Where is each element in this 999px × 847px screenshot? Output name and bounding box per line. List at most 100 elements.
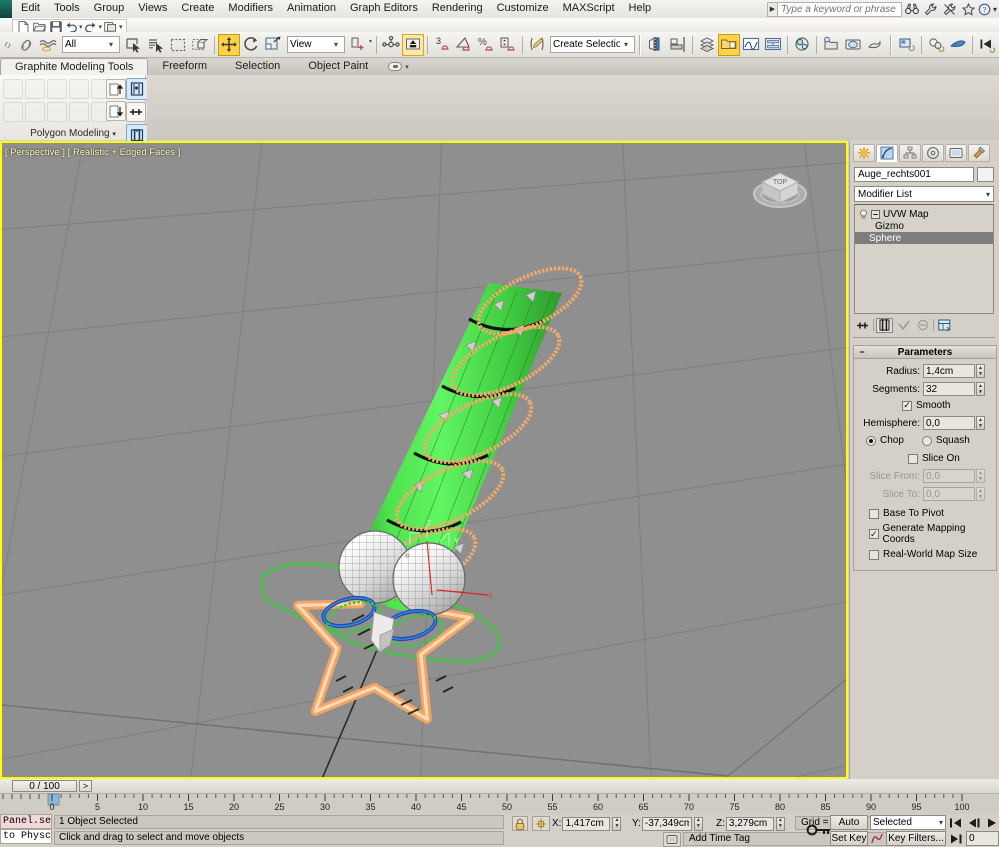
- tab-freeform[interactable]: Freeform: [148, 58, 221, 75]
- search-expand-arrow-icon[interactable]: ▶: [767, 1, 777, 17]
- smooth-checkbox[interactable]: ✓: [902, 400, 912, 411]
- generate-mapping-coords-checkbox[interactable]: ✓: [869, 529, 879, 539]
- rendered-frame-window-icon[interactable]: [842, 34, 864, 56]
- object-name-input[interactable]: [854, 167, 974, 182]
- ghost-button[interactable]: [69, 79, 89, 99]
- polygon-modeling-mode-icon[interactable]: [126, 78, 148, 100]
- slice-from-spinner[interactable]: ▲ ▼: [976, 469, 985, 483]
- ghost-button[interactable]: [47, 102, 67, 122]
- pin-stack-icon[interactable]: [126, 102, 146, 122]
- pin-stack-button[interactable]: [854, 318, 871, 333]
- schematic-view-icon[interactable]: [762, 34, 784, 56]
- select-and-manipulate-icon[interactable]: [402, 33, 425, 56]
- z-spinner[interactable]: ▲ ▼: [775, 816, 785, 831]
- select-and-move-icon[interactable]: [218, 33, 240, 56]
- menu-item-edit[interactable]: Edit: [14, 0, 47, 18]
- display-tab[interactable]: [945, 144, 967, 162]
- previous-frame-button[interactable]: [966, 815, 982, 830]
- window-crossing-icon[interactable]: [189, 34, 211, 56]
- segments-spinner[interactable]: ▲ ▼: [976, 382, 985, 396]
- go-to-start-button[interactable]: [948, 815, 964, 830]
- create-tab[interactable]: [853, 144, 875, 162]
- absolute-relative-transform-toggle[interactable]: [532, 816, 550, 831]
- tab-object-paint[interactable]: Object Paint: [294, 58, 382, 75]
- modifier-stack[interactable]: UVW Map Gizmo Sphere: [854, 204, 994, 314]
- select-object-icon[interactable]: [123, 34, 145, 56]
- y-spinner[interactable]: ▲ ▼: [693, 816, 703, 831]
- x-spinner[interactable]: ▲ ▼: [612, 816, 622, 831]
- real-world-map-size-checkbox[interactable]: [869, 549, 879, 560]
- object-color-swatch[interactable]: [977, 167, 994, 182]
- modify-tab[interactable]: [876, 144, 898, 162]
- material-editor-icon[interactable]: [791, 34, 813, 56]
- tab-graphite-modeling-tools[interactable]: Graphite Modeling Tools: [0, 58, 149, 75]
- unlink-icon[interactable]: [1, 34, 15, 56]
- generate-topology-up-icon[interactable]: [106, 79, 126, 99]
- hierarchy-tab[interactable]: [899, 144, 921, 162]
- angle-snap-toggle-icon[interactable]: [453, 34, 475, 56]
- menu-item-rendering[interactable]: Rendering: [425, 0, 490, 18]
- ghost-button[interactable]: [47, 79, 67, 99]
- track-bar[interactable]: 0 5 10 15 20 25 30 35 40 45 50 55 60 65 70 75 80 85 90 95 10…: [0, 793, 999, 814]
- current-frame-input[interactable]: [966, 831, 999, 846]
- ribbon-minimize-icon[interactable]: [388, 62, 403, 71]
- modifier-stack-item-sphere[interactable]: Sphere: [855, 232, 993, 244]
- next-frame-button[interactable]: >: [79, 780, 92, 792]
- squash-radio[interactable]: [921, 435, 932, 446]
- go-to-start-icon[interactable]: [976, 34, 998, 56]
- snaps-toggle-3d-icon[interactable]: 3: [431, 34, 453, 56]
- rect-selection-region-icon[interactable]: [167, 34, 189, 56]
- base-to-pivot-checkbox[interactable]: [869, 508, 879, 519]
- ghost-button[interactable]: [69, 102, 89, 122]
- maxscript-mini-listener[interactable]: Panel.set to Physc:: [0, 814, 52, 844]
- parameters-rollout-header[interactable]: − Parameters: [854, 346, 996, 359]
- view-cube[interactable]: TOP: [748, 158, 812, 216]
- radius-spinner[interactable]: ▲ ▼: [976, 364, 985, 378]
- crossed-wrench-icon[interactable]: [940, 1, 959, 17]
- z-input[interactable]: [725, 816, 774, 831]
- curve-editor-icon[interactable]: [740, 34, 762, 56]
- time-tag-icon[interactable]: [663, 832, 681, 847]
- menu-item-customize[interactable]: Customize: [490, 0, 556, 18]
- select-by-name-icon[interactable]: [145, 34, 167, 56]
- chevron-down-icon[interactable]: ▾: [405, 63, 409, 71]
- set-key-button[interactable]: Set Key: [830, 831, 868, 846]
- reference-coordinate-system-combo[interactable]: View ▾: [287, 36, 345, 53]
- frame-indicator[interactable]: 0 / 100: [12, 780, 77, 792]
- help-circle-icon[interactable]: ? ▾: [978, 1, 997, 17]
- select-and-scale-icon[interactable]: [262, 34, 284, 56]
- slice-from-input[interactable]: [923, 469, 975, 483]
- selection-filter-combo[interactable]: All ▾: [62, 36, 120, 53]
- modifier-list-dropdown[interactable]: Modifier List ▾: [854, 186, 994, 202]
- show-end-result-button[interactable]: [876, 317, 893, 333]
- y-input[interactable]: [641, 816, 692, 831]
- link-icon[interactable]: [15, 34, 37, 56]
- menu-item-help[interactable]: Help: [622, 0, 659, 18]
- select-and-rotate-icon[interactable]: [240, 34, 262, 56]
- use-selection-center-icon[interactable]: [380, 34, 402, 56]
- perspective-viewport[interactable]: [ Perspective ] [ Realistic + Edged Face…: [0, 141, 848, 779]
- chop-radio[interactable]: [866, 435, 876, 446]
- menu-item-modifiers[interactable]: Modifiers: [221, 0, 280, 18]
- slice-to-spinner[interactable]: ▲ ▼: [976, 487, 985, 501]
- menu-item-graph-editors[interactable]: Graph Editors: [343, 0, 425, 18]
- named-selection-sets-combo[interactable]: Create Selection Se ▾: [550, 36, 636, 53]
- modifier-stack-item-uvw-map[interactable]: UVW Map: [855, 208, 993, 220]
- key-filters-curve-icon[interactable]: [870, 831, 884, 846]
- play-animation-button[interactable]: [984, 815, 999, 830]
- select-sub-object-icon[interactable]: [947, 34, 969, 56]
- motion-tab[interactable]: [922, 144, 944, 162]
- menu-item-group[interactable]: Group: [87, 0, 132, 18]
- use-pivot-point-center-icon[interactable]: [347, 34, 369, 56]
- radius-input[interactable]: [923, 364, 975, 378]
- go-to-end-button[interactable]: [948, 831, 964, 846]
- configure-modifier-sets-button[interactable]: [936, 318, 953, 333]
- viewport-label[interactable]: [ Perspective ] [ Realistic + Edged Face…: [5, 147, 180, 157]
- mirror-icon[interactable]: [645, 34, 667, 56]
- spinner-snap-toggle-icon[interactable]: [497, 34, 519, 56]
- ghost-button[interactable]: [25, 102, 45, 122]
- ribbon-panel-label[interactable]: Polygon Modeling ▾: [0, 127, 146, 140]
- slice-to-input[interactable]: [923, 487, 975, 501]
- render-setup-icon[interactable]: [820, 34, 842, 56]
- ghost-button[interactable]: [25, 79, 45, 99]
